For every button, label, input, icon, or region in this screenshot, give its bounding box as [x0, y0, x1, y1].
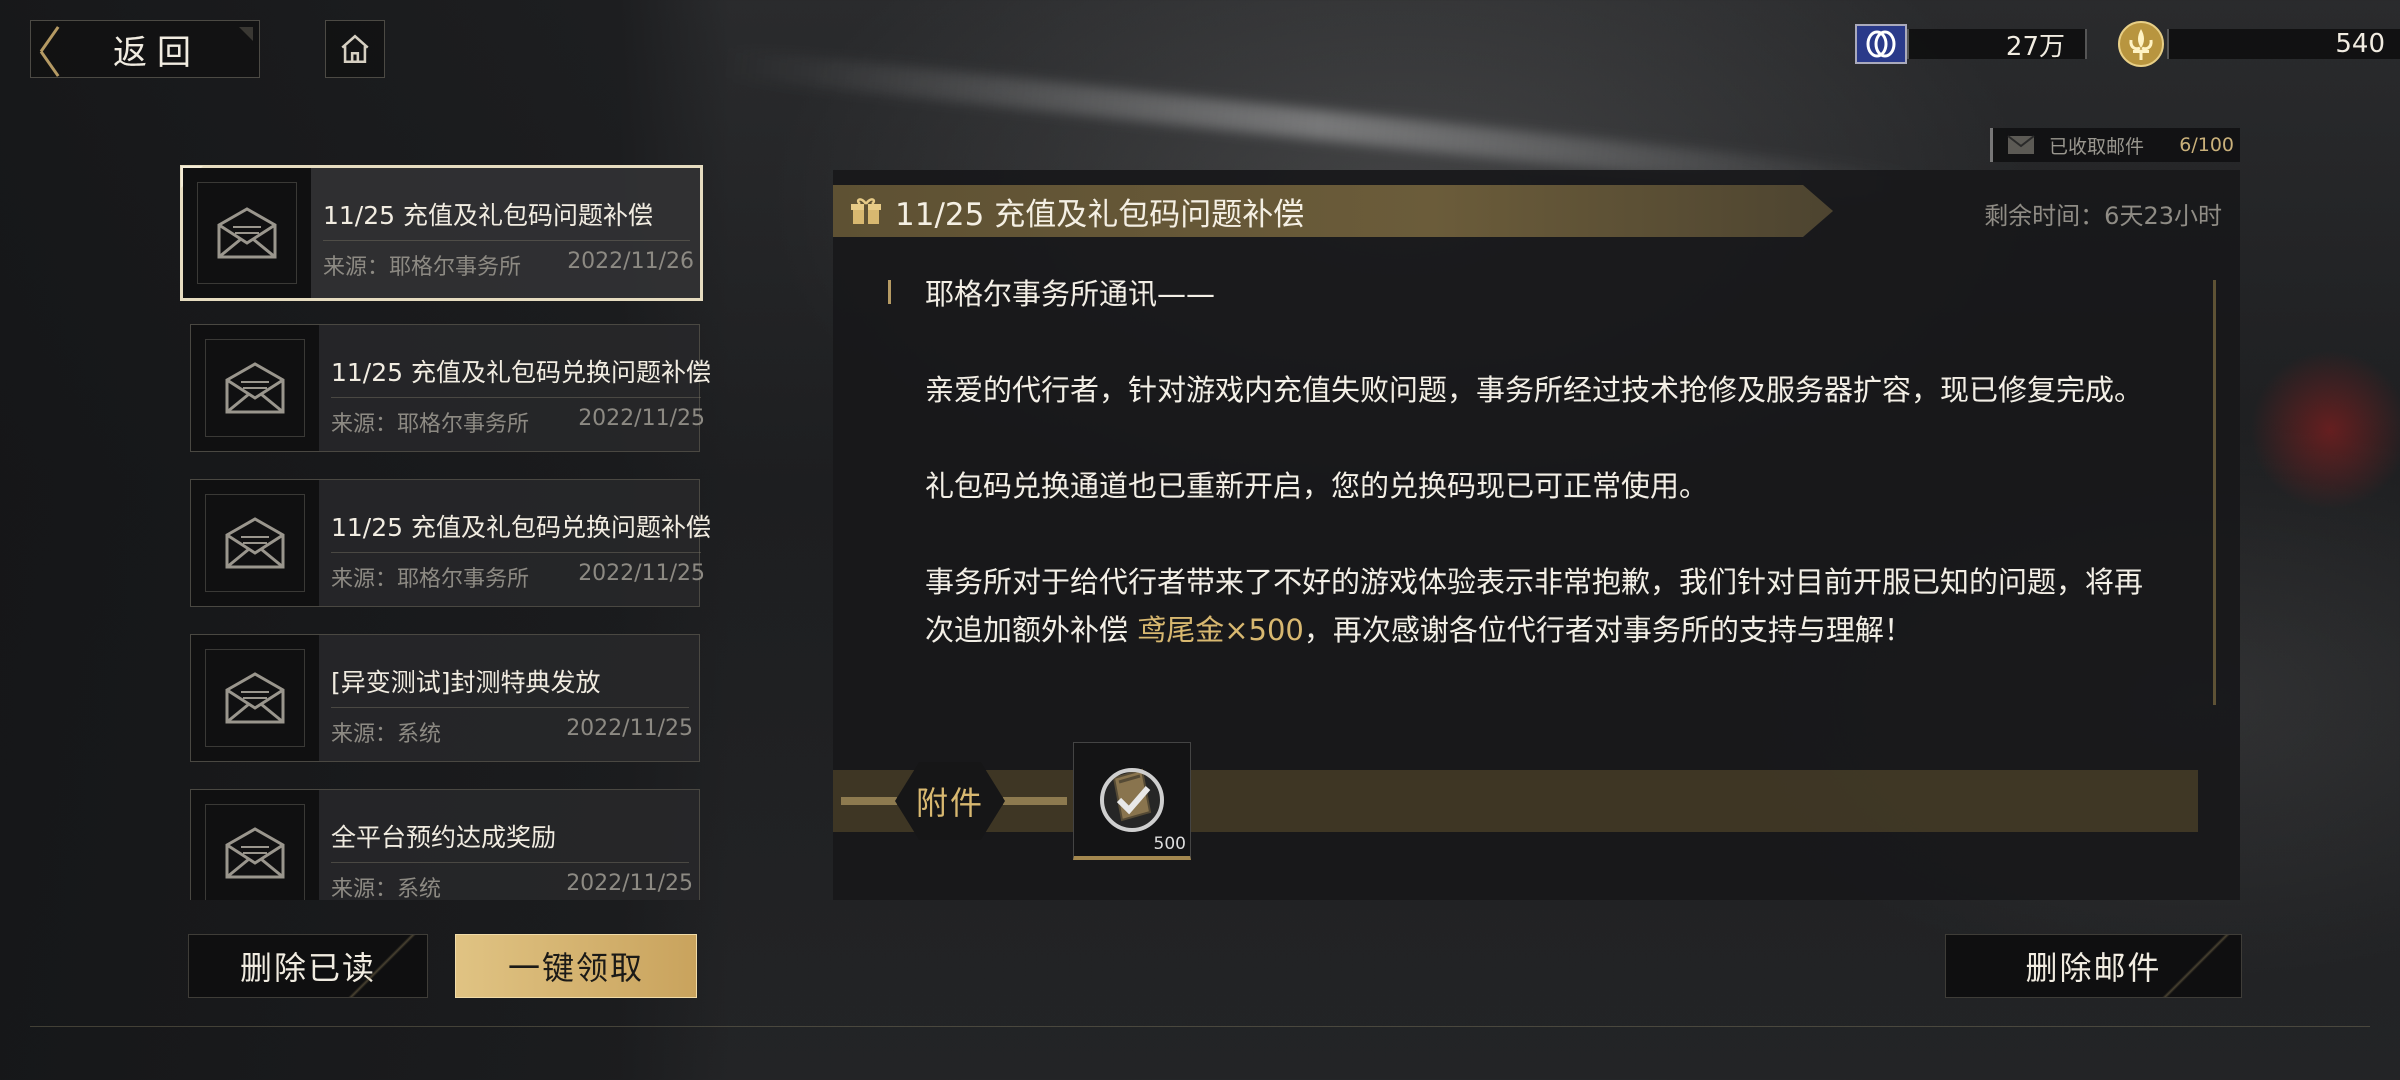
home-button[interactable] [325, 20, 385, 78]
envelope-icon [225, 827, 285, 879]
mail-detail-panel: 11/25 充值及礼包码问题补偿 剩余时间：6天23小时 耶格尔事务所通讯—— … [833, 170, 2240, 900]
mail-source: 来源：系统 [331, 877, 442, 900]
mail-date: 2022/11/25 [566, 871, 693, 896]
claim-all-label: 一键领取 [507, 949, 644, 987]
attachment-item[interactable]: 500 [1073, 742, 1191, 860]
mail-title: 全平台预约达成奖励 [331, 823, 557, 852]
mail-paragraph: 事务所对于给代行者带来了不好的游戏体验表示非常抱歉，我们针对目前开服已知的问题，… [925, 565, 2144, 647]
mail-counter: 已收取邮件 6/100 [1990, 128, 2240, 162]
mail-list-item[interactable]: 11/25 充值及礼包码兑换问题补偿 来源：耶格尔事务所 2022/11/25 [190, 479, 710, 607]
mail-list-item[interactable]: [异变测试]封测特典发放 来源：系统 2022/11/25 [190, 634, 700, 762]
remaining-time: 剩余时间：6天23小时 [1984, 202, 2222, 230]
claim-all-button[interactable]: 一键领取 [455, 934, 697, 998]
mail-greeting: 耶格尔事务所通讯—— [925, 277, 1216, 311]
envelope-icon [225, 362, 285, 414]
currency-credits: 27万 [1855, 22, 2087, 66]
mail-title: [异变测试]封测特典发放 [331, 668, 601, 697]
delete-mail-label: 删除邮件 [2025, 949, 2162, 987]
mail-list-item[interactable]: 全平台预约达成奖励 来源：系统 2022/11/25 [190, 789, 700, 900]
mail-detail-header: 11/25 充值及礼包码问题补偿 [833, 185, 1833, 237]
claimed-ticket-icon [1100, 767, 1164, 832]
mail-counter-value: 6/100 [2179, 134, 2234, 156]
envelope-icon [225, 517, 285, 569]
delete-mail-button[interactable]: 删除邮件 [1945, 934, 2242, 998]
credits-value: 27万 [1907, 29, 2087, 62]
attachment-quantity: 500 [1153, 834, 1186, 854]
scrollbar[interactable] [2213, 280, 2216, 705]
mail-title: 11/25 充值及礼包码兑换问题补偿 [331, 358, 710, 387]
fleur-de-lis-coin-icon [2115, 21, 2167, 67]
back-button[interactable]: 返回 [30, 20, 260, 78]
mail-date: 2022/11/25 [566, 716, 693, 741]
mail-source: 来源：耶格尔事务所 [331, 567, 530, 592]
mail-counter-label: 已收取邮件 [2049, 135, 2145, 158]
mail-list: 11/25 充值及礼包码问题补偿 来源：耶格尔事务所 2022/11/26 11… [180, 160, 710, 900]
mail-small-icon [2007, 135, 2035, 154]
mail-detail-title: 11/25 充值及礼包码问题补偿 [895, 196, 1305, 233]
mail-date: 2022/11/26 [567, 249, 694, 274]
home-icon [341, 34, 369, 64]
mail-date: 2022/11/25 [578, 406, 705, 431]
credits-icon [1855, 22, 1907, 66]
mail-source: 来源：系统 [331, 722, 442, 747]
background-red-glow [2250, 350, 2400, 510]
chevron-left-icon [31, 20, 71, 78]
mail-paragraph: 礼包码兑换通道也已重新开启，您的兑换码现已可正常使用。 [925, 469, 1709, 503]
mail-source: 来源：耶格尔事务所 [331, 412, 530, 437]
bottom-divider [30, 1026, 2370, 1027]
currency-coins: 540 [2115, 21, 2400, 67]
coins-value: 540 [2167, 29, 2400, 59]
gift-icon [851, 198, 881, 224]
reward-highlight: 鸢尾金×500 [1137, 613, 1304, 647]
back-label: 返回 [113, 32, 201, 73]
mail-list-item[interactable]: 11/25 充值及礼包码问题补偿 来源：耶格尔事务所 2022/11/26 [180, 165, 703, 301]
mail-paragraph: 亲爱的代行者，针对游戏内充值失败问题，事务所经过技术抢修及服务器扩容，现已修复完… [925, 373, 2144, 407]
mail-source: 来源：耶格尔事务所 [323, 255, 522, 280]
mail-title: 11/25 充值及礼包码兑换问题补偿 [331, 513, 710, 542]
mail-body: 耶格尔事务所通讯—— 亲爱的代行者，针对游戏内充值失败问题，事务所经过技术抢修及… [925, 270, 2155, 654]
mail-title: 11/25 充值及礼包码问题补偿 [323, 201, 653, 230]
envelope-icon [225, 672, 285, 724]
envelope-icon [217, 207, 277, 259]
mail-list-item[interactable]: 11/25 充值及礼包码兑换问题补偿 来源：耶格尔事务所 2022/11/25 [190, 324, 710, 452]
delete-read-button[interactable]: 删除已读 [188, 934, 428, 998]
mail-date: 2022/11/25 [578, 561, 705, 586]
